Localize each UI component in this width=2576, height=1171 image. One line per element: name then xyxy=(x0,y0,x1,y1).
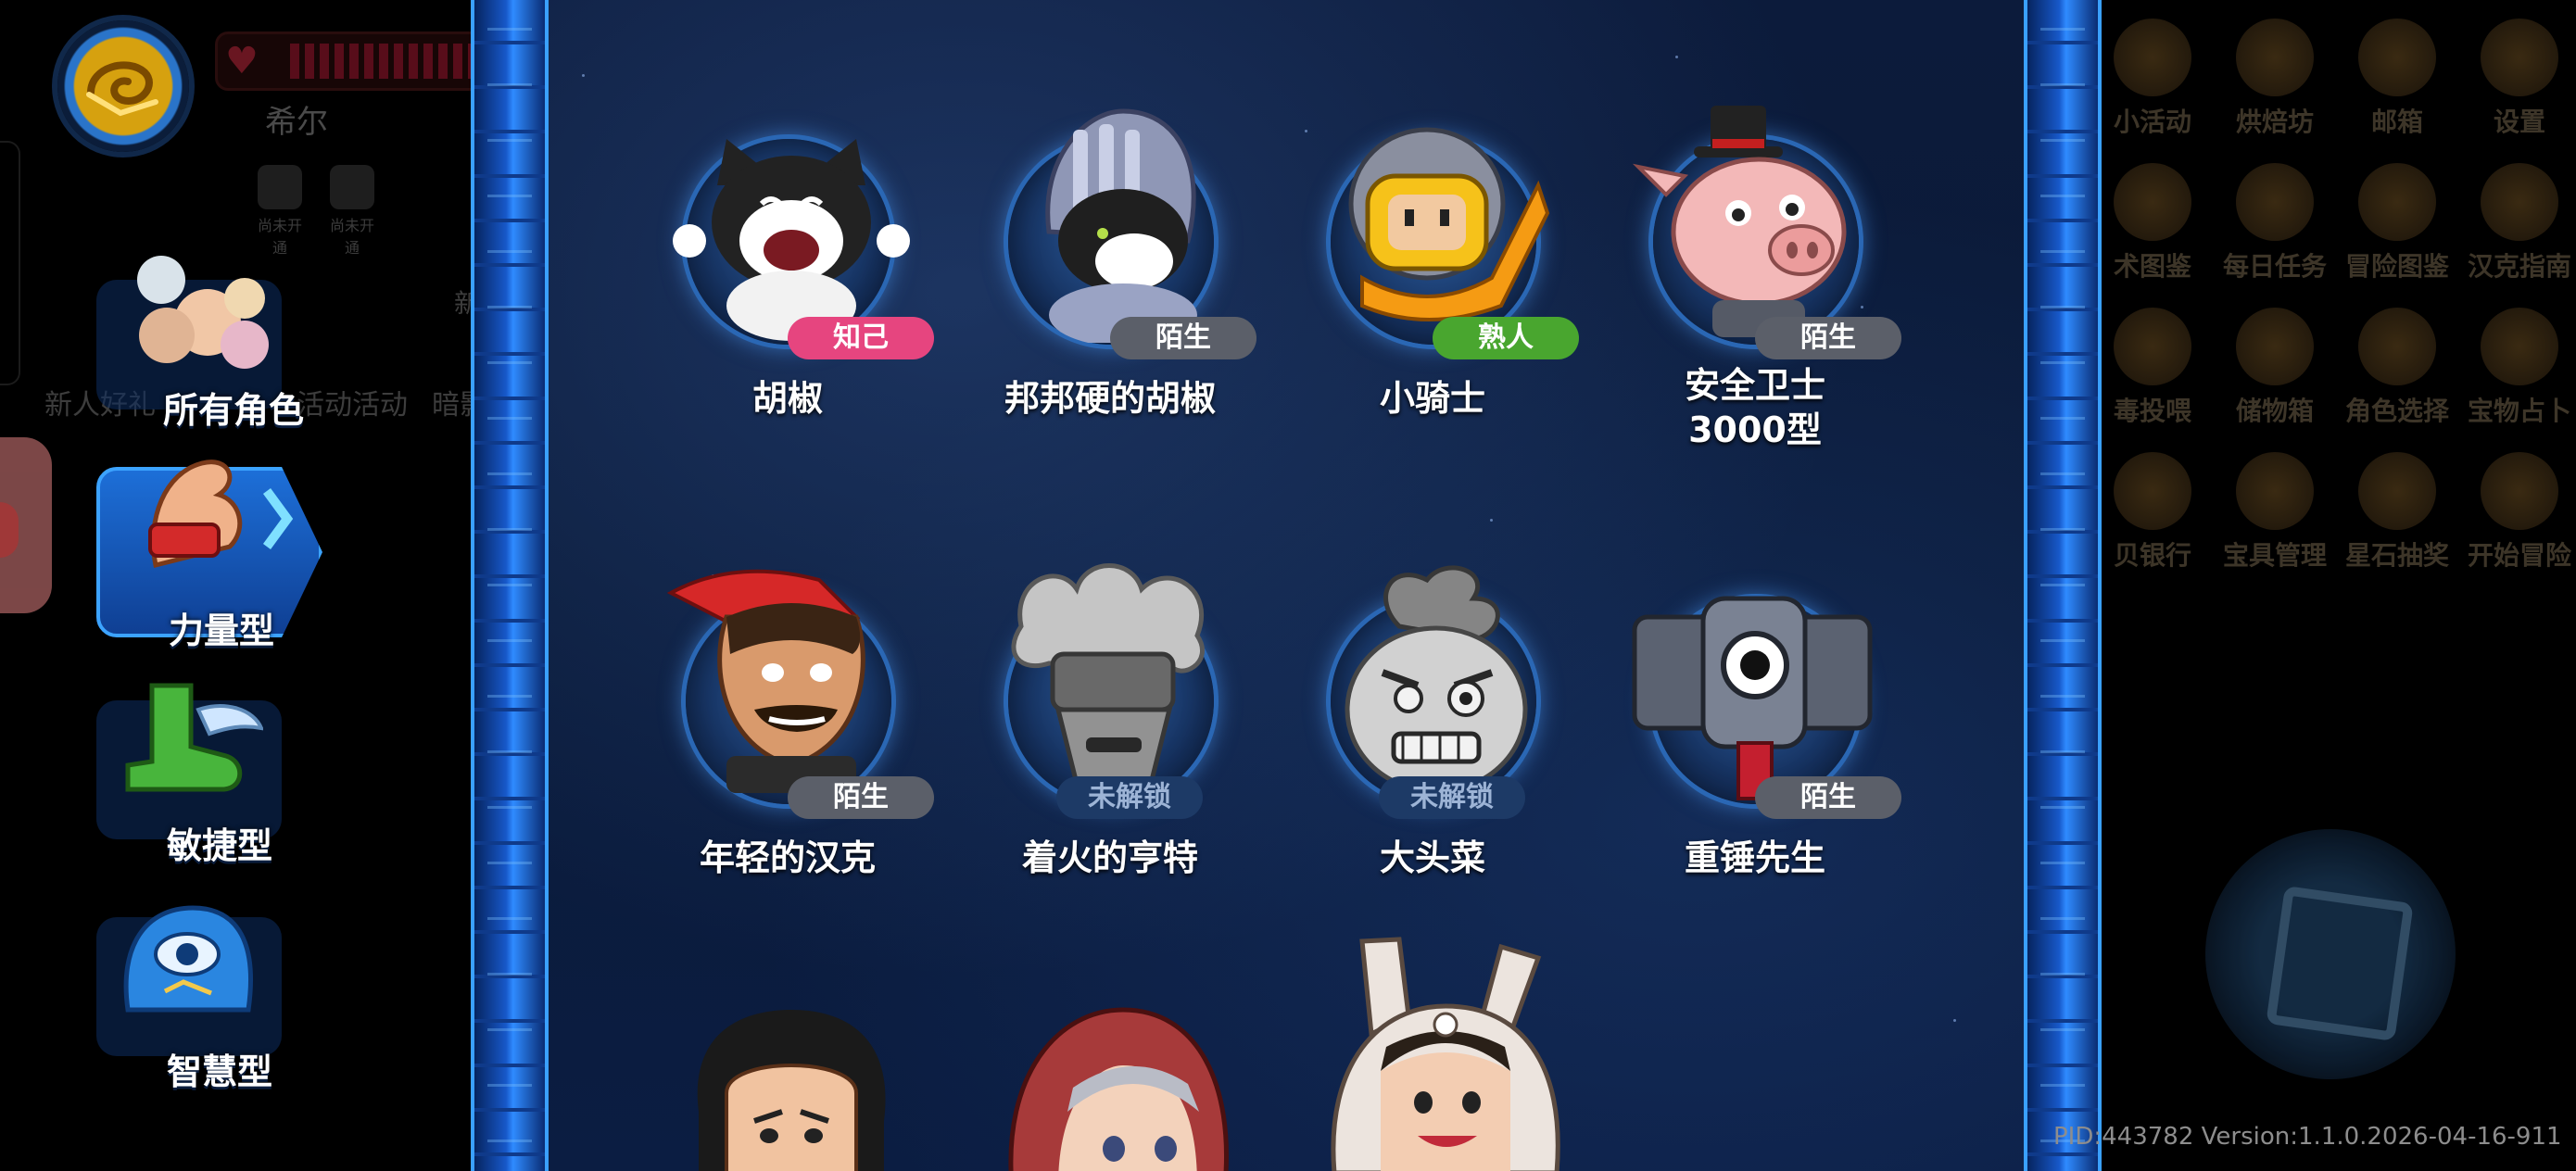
character-name: 小骑士 xyxy=(1379,378,1485,419)
menu-start-adventure[interactable]: 开始冒险 xyxy=(2459,452,2576,573)
character-name: 着火的亨特 xyxy=(1021,837,1198,878)
category-strength[interactable]: 力量型 xyxy=(96,435,322,651)
relationship-badge: 陌生 xyxy=(1755,776,1901,819)
relationship-badge: 陌生 xyxy=(1755,317,1901,359)
locked-slot-icon xyxy=(330,165,374,209)
menu-bank[interactable]: 贝银行 xyxy=(2092,452,2213,573)
knight-helmet-icon xyxy=(1348,127,1550,321)
character-card-partial[interactable] xyxy=(1294,932,1572,1171)
category-agility[interactable]: 敏捷型 xyxy=(96,673,282,867)
menu-storage[interactable]: 储物箱 xyxy=(2215,308,2335,428)
menu-gear-management[interactable]: 宝具管理 xyxy=(2215,452,2335,573)
cat-character-icon xyxy=(673,139,910,341)
locked-slot[interactable]: 尚未开通 xyxy=(324,165,380,257)
character-card-turnip[interactable]: 未解锁 大头菜 xyxy=(1294,561,1572,878)
pig-top-hat-icon xyxy=(1632,106,1847,337)
rune-emblem-button[interactable] xyxy=(2205,829,2456,1079)
category-label: 所有角色 xyxy=(163,390,305,431)
relationship-badge: 熟人 xyxy=(1433,317,1579,359)
category-label: 智慧型 xyxy=(167,1051,273,1092)
character-name: 大头菜 xyxy=(1379,837,1485,878)
menu-mailbox[interactable]: 邮箱 xyxy=(2337,19,2457,139)
locked-slot[interactable]: 尚未开通 xyxy=(252,165,308,257)
panel-border-left xyxy=(471,0,549,1171)
character-card-little-knight[interactable]: 熟人 小骑士 xyxy=(1294,102,1579,419)
health-bar: ♥ xyxy=(215,31,499,91)
character-card-pepper[interactable]: 知己 胡椒 xyxy=(649,102,934,419)
character-card-burning-hunter[interactable]: 未解锁 着火的亨特 xyxy=(971,561,1249,878)
locked-slot-label: 尚未开通 xyxy=(329,217,374,257)
turnip-character-icon xyxy=(1345,565,1528,794)
menu-feed[interactable]: 毒投喂 xyxy=(2092,308,2213,428)
relationship-badge: 未解锁 xyxy=(1379,776,1525,819)
burning-hunter-icon xyxy=(1011,563,1205,787)
menu-daily-tasks[interactable]: 每日任务 xyxy=(2215,163,2335,283)
character-card-armored-pepper[interactable]: 陌生 邦邦硬的胡椒 xyxy=(971,102,1256,419)
menu-mini-event[interactable]: 小活动 xyxy=(2092,19,2213,139)
flexing-arm-icon xyxy=(148,460,294,569)
all-characters-icon xyxy=(137,256,269,369)
winged-boot-icon xyxy=(125,683,263,792)
category-wisdom[interactable]: 智慧型 xyxy=(96,889,282,1093)
character-name: 重锤先生 xyxy=(1684,837,1825,878)
character-card-partial[interactable] xyxy=(971,1001,1249,1171)
menu-character-select[interactable]: 角色选择 xyxy=(2337,308,2457,428)
panel-border-right xyxy=(2024,0,2102,1171)
relationship-badge: 陌生 xyxy=(1110,317,1256,359)
menu-hank-guide[interactable]: 汉克指南 xyxy=(2459,163,2576,283)
player-name: 希尔 xyxy=(265,104,328,141)
character-card-security-guard-3000[interactable]: 陌生 安全卫士 3000型 xyxy=(1616,102,1901,450)
hooded-character-icon xyxy=(1008,1007,1229,1171)
dark-haired-character-icon xyxy=(697,1010,886,1171)
character-card-mr-hammer[interactable]: 陌生 重锤先生 xyxy=(1616,561,1901,878)
player-avatar[interactable] xyxy=(57,20,189,152)
category-label: 敏捷型 xyxy=(167,825,273,866)
event-label[interactable]: 活动活动 xyxy=(297,382,408,422)
character-name: 胡椒 xyxy=(751,378,823,419)
hammer-character-icon xyxy=(1632,596,1873,800)
main-menu-grid-dimmed: 小活动 烘焙坊 邮箱 设置 术图鉴 每日任务 冒险图鉴 汉克指南 毒投喂 储物箱… xyxy=(2085,0,2576,593)
hank-character-icon xyxy=(666,569,865,793)
health-ticks xyxy=(290,44,485,79)
menu-treasure-divination[interactable]: 宝物占卜 xyxy=(2459,308,2576,428)
category-label: 力量型 xyxy=(169,611,275,651)
left-edge-widget[interactable] xyxy=(0,437,52,613)
relationship-badge: 知己 xyxy=(788,317,934,359)
relationship-badge: 未解锁 xyxy=(1056,776,1203,819)
character-card-partial[interactable] xyxy=(649,982,927,1171)
character-name: 安全卫士 3000型 xyxy=(1684,365,1825,450)
character-card-young-hank[interactable]: 陌生 年轻的汉克 xyxy=(649,561,934,878)
locked-slot-icon xyxy=(258,165,302,209)
character-name: 邦邦硬的胡椒 xyxy=(1004,378,1216,419)
menu-adventure-atlas[interactable]: 冒险图鉴 xyxy=(2337,163,2457,283)
menu-star-lottery[interactable]: 星石抽奖 xyxy=(2337,452,2457,573)
heart-icon: ♥ xyxy=(225,40,259,82)
version-info: PID:443782 Version:1.1.0.2026-04-16-911 xyxy=(2053,1123,2562,1151)
character-name: 年轻的汉克 xyxy=(699,837,876,878)
eye-helmet-icon xyxy=(123,905,253,1013)
category-all[interactable]: 所有角色 xyxy=(96,243,304,431)
menu-bakery[interactable]: 烘焙坊 xyxy=(2215,19,2335,139)
armored-cat-icon xyxy=(1045,108,1197,343)
rabbit-hood-character-icon xyxy=(1331,937,1560,1171)
menu-tech-atlas[interactable]: 术图鉴 xyxy=(2092,163,2213,283)
relationship-badge: 陌生 xyxy=(788,776,934,819)
snail-emblem-icon xyxy=(86,61,158,117)
menu-settings[interactable]: 设置 xyxy=(2459,19,2576,139)
side-handle[interactable] xyxy=(0,141,20,385)
